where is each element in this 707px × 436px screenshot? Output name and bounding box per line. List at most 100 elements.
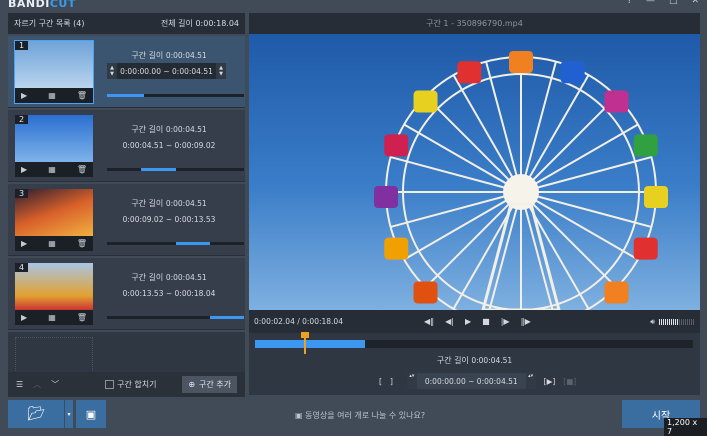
- start-time[interactable]: 0:00:00.00: [425, 377, 466, 386]
- segment-thumbnail[interactable]: 4 ▶ ▦ 🗑︎: [15, 263, 93, 325]
- segment-length: 구간 길이 0:00:04.51: [131, 51, 207, 60]
- merge-label: 구간 합치기: [117, 380, 157, 389]
- minimize-icon[interactable]: —: [646, 0, 655, 6]
- end-time[interactable]: 0:00:04.51: [477, 377, 518, 386]
- segment-range[interactable]: 0:00:00.00 ~ 0:00:04.51: [117, 67, 216, 76]
- ferris-wheel-image: [374, 51, 668, 310]
- time-readout: 0:00:02.04 / 0:00:18.04: [254, 317, 343, 326]
- segment-length: 구간 길이 0:00:04.51: [131, 273, 207, 282]
- trash-icon[interactable]: 🗑︎: [77, 313, 87, 322]
- segment-thumbnail[interactable]: 1 ▶ ▦ 🗑︎: [14, 40, 94, 104]
- segment-range: 0:00:13.53 ~ 0:00:18.04: [122, 289, 216, 298]
- save-icon: ▣: [85, 407, 97, 421]
- start-spinner[interactable]: ▲ ▼: [107, 63, 117, 79]
- end-spinner[interactable]: ▲ ▼: [216, 63, 226, 79]
- move-up-icon[interactable]: ︿: [33, 379, 41, 390]
- maximize-icon[interactable]: □: [669, 0, 678, 6]
- add-segment-label: 구간 추가: [199, 380, 231, 389]
- segment-number: 3: [15, 189, 29, 198]
- set-start-icon[interactable]: [: [379, 377, 382, 386]
- gondola: [457, 61, 482, 84]
- trash-icon[interactable]: 🗑︎: [77, 165, 87, 174]
- playhead[interactable]: [301, 332, 310, 354]
- folder-icon: 📂︎: [27, 406, 45, 422]
- list-toolbar: ☰ ︿ ﹀ 구간 합치기 ⊕ 구간 추가: [8, 372, 245, 397]
- video-title: 구간 1 - 350896790.mp4: [249, 13, 700, 34]
- end-spinner[interactable]: ▴▾: [525, 373, 536, 389]
- total-length: 0:00:18.04: [195, 19, 239, 28]
- gondola: [384, 237, 409, 260]
- gondola: [384, 134, 409, 157]
- segment-length: 0:00:04.51: [471, 356, 513, 365]
- segment-number: 4: [15, 263, 29, 272]
- stop-segment-icon[interactable]: [■]: [563, 377, 576, 386]
- size-overlay: 1,200 x 7: [664, 418, 707, 436]
- segment-position-bar: [107, 168, 244, 171]
- timeline-area: 구간 길이 0:00:04.51 [ ] ▴▾ 0:00:00.00 ~ 0:0…: [249, 332, 700, 395]
- volume-slider[interactable]: [659, 318, 695, 325]
- help-link[interactable]: ▣ 동영상을 여러 개로 나눌 수 있나요?: [295, 410, 425, 421]
- add-segment-button[interactable]: ⊕ 구간 추가: [182, 376, 237, 393]
- gondola: [644, 186, 668, 208]
- segment-item[interactable]: 4 ▶ ▦ 🗑︎ 구간 길이 0:00:04.51 0:00:13.53 ~ 0:00:…: [8, 258, 245, 330]
- play-icon[interactable]: ▶: [465, 317, 471, 326]
- play-icon[interactable]: ▶: [21, 91, 27, 100]
- grid-icon[interactable]: ▦: [48, 239, 56, 248]
- gondola: [413, 281, 438, 304]
- play-icon[interactable]: ▶: [21, 239, 27, 248]
- segment-count: (4): [73, 19, 85, 28]
- grid-icon[interactable]: ▦: [48, 313, 56, 322]
- total-length-label: 전체 길이: [160, 19, 193, 28]
- gondola: [413, 90, 438, 113]
- plus-icon: ⊕: [188, 380, 196, 389]
- stop-icon[interactable]: ■: [482, 317, 490, 326]
- save-button[interactable]: ▣: [76, 400, 106, 428]
- prev-frame-icon[interactable]: ◀|: [445, 317, 454, 326]
- segment-number: 2: [15, 115, 29, 124]
- next-segment-icon[interactable]: ‖▶: [521, 317, 531, 326]
- move-down-icon[interactable]: ﹀: [51, 379, 59, 390]
- menu-icon[interactable]: ▀: [606, 0, 613, 6]
- segment-position-bar: [107, 316, 244, 319]
- segment-range: 0:00:04.51 ~ 0:00:09.02: [122, 141, 216, 150]
- start-spinner[interactable]: ▴▾: [406, 373, 417, 389]
- segment-thumbnail[interactable]: 3 ▶ ▦ 🗑︎: [15, 189, 93, 251]
- gondola: [560, 61, 585, 84]
- gondola: [633, 134, 658, 157]
- next-frame-icon[interactable]: |▶: [501, 317, 510, 326]
- segment-thumbnail[interactable]: 2 ▶ ▦ 🗑︎: [15, 115, 93, 177]
- segment-item[interactable]: 1 ▶ ▦ 🗑︎ 구간 길이 0:00:04.51 ▲ ▼ 0:00:00.00 ~ 0:0…: [8, 36, 245, 108]
- volume-icon[interactable]: 🔊︎: [650, 317, 655, 327]
- segment-item[interactable]: 2 ▶ ▦ 🗑︎ 구간 길이 0:00:04.51 0:00:04.51 ~ 0:00:…: [8, 110, 245, 182]
- grid-icon[interactable]: ▦: [48, 91, 56, 100]
- trash-icon[interactable]: 🗑︎: [77, 239, 87, 248]
- selection-range[interactable]: [255, 340, 365, 348]
- gondola: [604, 281, 629, 304]
- segment-length: 구간 길이 0:00:04.51: [131, 199, 207, 208]
- gondola: [509, 51, 533, 73]
- open-dropdown-button[interactable]: ▾: [65, 400, 73, 428]
- prev-segment-icon[interactable]: ◀‖: [424, 317, 434, 326]
- play-icon[interactable]: ▶: [21, 313, 27, 322]
- open-file-button[interactable]: 📂︎: [8, 400, 64, 428]
- range-editor[interactable]: ▴▾ 0:00:00.00 ~ 0:00:04.51 ▴▾: [406, 373, 536, 389]
- video-preview[interactable]: [249, 34, 700, 310]
- grid-icon[interactable]: ▦: [48, 165, 56, 174]
- gondola: [374, 186, 398, 208]
- segment-length: 구간 길이 0:00:04.51: [131, 125, 207, 134]
- close-icon[interactable]: ✕: [691, 0, 699, 6]
- merge-checkbox[interactable]: 구간 합치기: [105, 379, 157, 390]
- set-end-icon[interactable]: ]: [390, 377, 393, 386]
- chat-icon: ▣: [295, 411, 306, 420]
- help-icon[interactable]: ?: [627, 0, 632, 6]
- segment-item[interactable]: 3 ▶ ▦ 🗑︎ 구간 길이 0:00:04.51 0:00:09.02 ~ 0:00:…: [8, 184, 245, 256]
- trash-icon[interactable]: 🗑︎: [77, 91, 87, 100]
- segment-range: 0:00:09.02 ~ 0:00:13.53: [122, 215, 216, 224]
- delete-all-icon[interactable]: ☰: [16, 380, 23, 389]
- segment-range-editor[interactable]: ▲ ▼ 0:00:00.00 ~ 0:00:04.51 ▲ ▼: [107, 63, 226, 79]
- playback-controls: 0:00:02.04 / 0:00:18.04 ◀‖ ◀| ▶ ■ |▶ ‖▶ …: [249, 310, 700, 333]
- play-segment-icon[interactable]: [▶]: [544, 377, 556, 386]
- window-controls: ▀ ? — □ ✕: [606, 0, 699, 6]
- empty-slot: [8, 332, 245, 373]
- play-icon[interactable]: ▶: [21, 165, 27, 174]
